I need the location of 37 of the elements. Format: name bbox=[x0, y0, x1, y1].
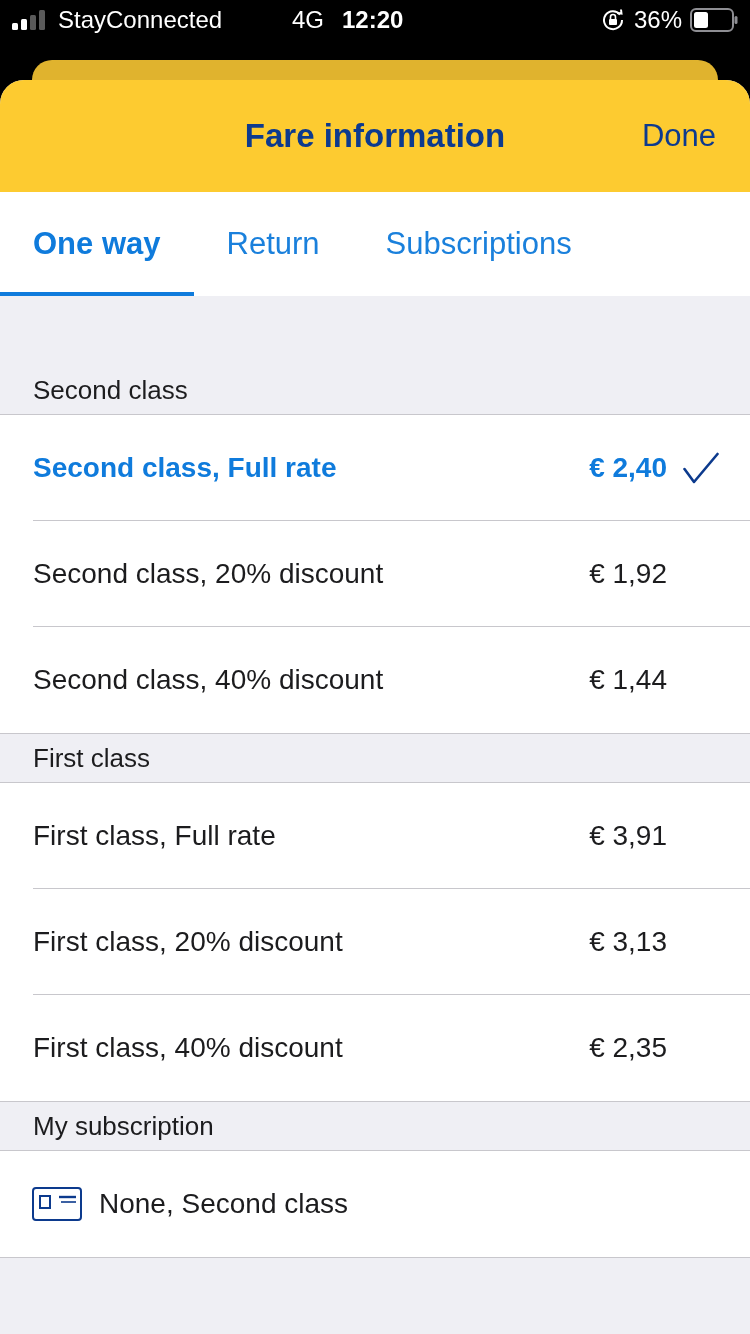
battery-percent: 36% bbox=[633, 5, 682, 35]
battery-icon bbox=[690, 8, 738, 32]
fare-label: First class, 40% discount bbox=[33, 1031, 344, 1065]
fare-label: First class, Full rate bbox=[33, 818, 277, 853]
fare-label: First class, 20% discount bbox=[33, 924, 344, 959]
clock-time: 12:20 bbox=[342, 5, 404, 35]
subscription-label: None, Second class bbox=[99, 1187, 349, 1221]
card-icon bbox=[32, 1187, 82, 1221]
fare-price: € 3,91 bbox=[589, 818, 667, 853]
fare-price: € 2,40 bbox=[589, 450, 667, 485]
carrier-name: StayConnected bbox=[58, 5, 223, 35]
tab[interactable]: One way bbox=[0, 192, 194, 296]
fare-label: Second class, 20% discount bbox=[33, 556, 385, 591]
section-header: Second class bbox=[33, 373, 188, 407]
fare-option[interactable]: Second class, 20% discount € 1,92 bbox=[0, 521, 750, 627]
done-button[interactable]: Done bbox=[641, 112, 716, 160]
signal-icon bbox=[12, 10, 46, 30]
fare-label: Second class, Full rate bbox=[33, 450, 338, 485]
section-header: First class bbox=[33, 741, 150, 775]
rotation-lock-icon bbox=[601, 9, 624, 31]
fare-option[interactable]: Second class, Full rate € 2,40 bbox=[0, 415, 750, 521]
fare-option[interactable]: First class, Full rate € 3,91 bbox=[0, 783, 750, 889]
page-title: Fare information bbox=[244, 116, 506, 157]
fare-label: Second class, 40% discount bbox=[33, 663, 385, 697]
tab[interactable]: Return bbox=[193, 192, 353, 296]
fare-price: € 2,35 bbox=[589, 1031, 667, 1065]
checkmark-icon bbox=[683, 451, 719, 484]
section-header: My subscription bbox=[33, 1109, 214, 1143]
fare-option[interactable]: First class, 40% discount € 2,35 bbox=[0, 995, 750, 1101]
subscription-option[interactable]: None, Second class bbox=[0, 1151, 750, 1257]
fare-option[interactable]: First class, 20% discount € 3,13 bbox=[0, 889, 750, 995]
fare-price: € 1,44 bbox=[589, 663, 667, 697]
fare-price: € 1,92 bbox=[589, 556, 667, 591]
network-type: 4G bbox=[292, 5, 324, 35]
fare-option[interactable]: Second class, 40% discount € 1,44 bbox=[0, 627, 750, 733]
tab[interactable]: Subscriptions bbox=[352, 192, 605, 296]
fare-price: € 3,13 bbox=[589, 924, 667, 959]
